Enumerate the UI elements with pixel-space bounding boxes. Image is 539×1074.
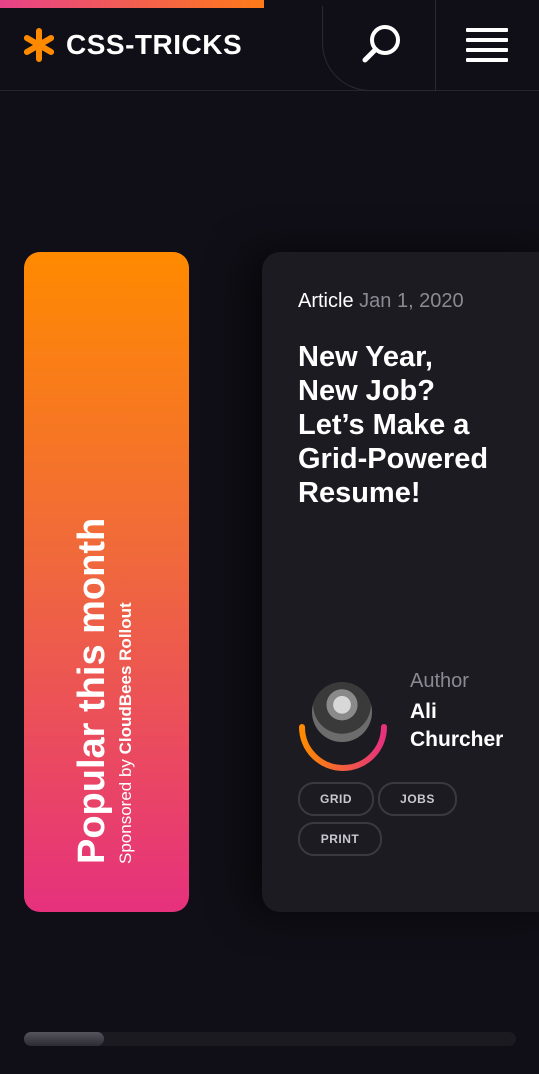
article-title-link[interactable]: New Year, New Job? Let’s Make a Grid-Pow…	[298, 340, 539, 510]
sponsor-line: Sponsored by CloudBees Rollout	[116, 464, 136, 864]
author-name-link[interactable]: Ali Churcher	[410, 698, 520, 754]
site-logo[interactable]: CSS-TRICKS	[22, 28, 242, 62]
tag-list: GRID JOBS PRINT	[298, 782, 498, 862]
author-avatar[interactable]	[312, 682, 372, 742]
tag-jobs[interactable]: JOBS	[378, 782, 457, 816]
hamburger-menu-icon	[466, 38, 508, 42]
tag-print[interactable]: PRINT	[298, 822, 382, 856]
sponsor-prefix: Sponsored by	[116, 754, 135, 864]
site-header: CSS-TRICKS	[0, 0, 539, 91]
popular-title: Popular this month	[71, 517, 113, 864]
article-card: Article Jan 1, 2020 New Year, New Job? L…	[262, 252, 539, 912]
hamburger-menu-icon	[466, 58, 508, 62]
header-divider	[435, 0, 436, 90]
horizontal-scrollbar[interactable]	[24, 1032, 516, 1046]
scrollbar-thumb[interactable]	[24, 1032, 104, 1046]
asterisk-logo-icon	[23, 28, 55, 62]
popular-this-month-card: Popular this month Sponsored by CloudBee…	[24, 252, 189, 912]
search-button[interactable]	[358, 20, 406, 68]
author-label: Author	[410, 670, 469, 692]
search-icon	[362, 25, 400, 63]
hamburger-menu-icon	[466, 28, 508, 32]
article-type: Article	[298, 290, 354, 312]
menu-button[interactable]	[466, 26, 510, 62]
logo-text: CSS-TRICKS	[66, 29, 243, 60]
sponsor-link[interactable]: CloudBees Rollout	[116, 602, 135, 754]
article-date: Jan 1, 2020	[359, 290, 464, 312]
hamburger-menu-icon	[466, 48, 508, 52]
tag-grid[interactable]: GRID	[298, 782, 374, 816]
popular-heading-group: Popular this month Sponsored by CloudBee…	[70, 464, 136, 864]
article-meta: Article Jan 1, 2020	[298, 290, 464, 313]
